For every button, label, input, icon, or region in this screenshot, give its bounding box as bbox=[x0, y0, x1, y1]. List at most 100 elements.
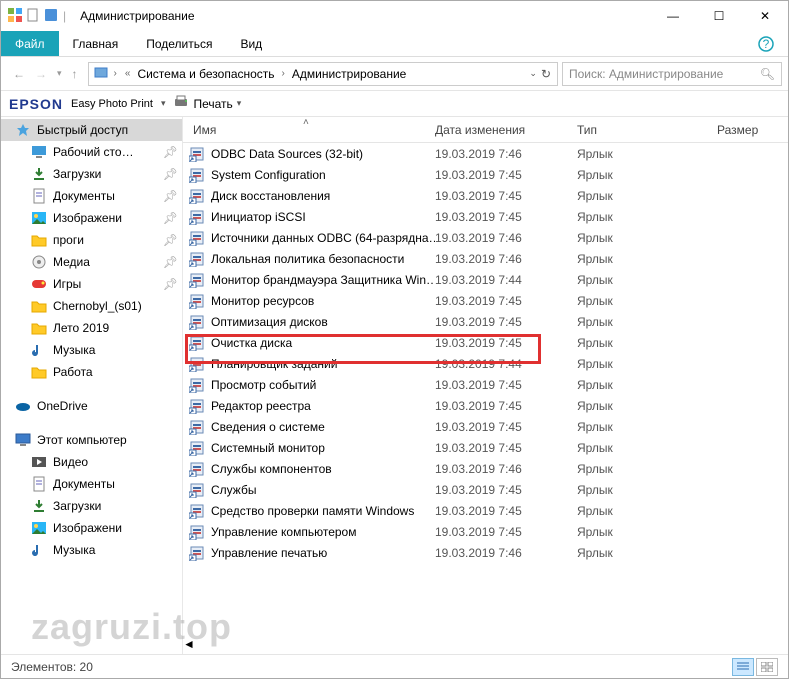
column-headers: ˄ Имя Дата изменения Тип Размер bbox=[183, 117, 788, 143]
file-type: Ярлык bbox=[577, 462, 717, 476]
file-row[interactable]: Службы19.03.2019 7:45Ярлык bbox=[183, 479, 788, 500]
scroll-left-icon[interactable]: ◄ bbox=[183, 637, 788, 651]
search-input[interactable]: Поиск: Администрирование 🔍︎ bbox=[562, 62, 782, 86]
breadcrumb[interactable]: › « Система и безопасность › Администрир… bbox=[88, 62, 558, 86]
file-type: Ярлык bbox=[577, 252, 717, 266]
sidebar-item[interactable]: проги📌︎ bbox=[1, 229, 182, 251]
status-bar: Элементов: 20 bbox=[1, 654, 788, 678]
file-name: Управление компьютером bbox=[211, 525, 356, 539]
cloud-icon bbox=[15, 398, 31, 414]
epson-dropdown-icon[interactable]: ▾ bbox=[161, 98, 166, 109]
file-row[interactable]: Планировщик заданий19.03.2019 7:44Ярлык bbox=[183, 353, 788, 374]
chevron-right-icon[interactable]: › bbox=[279, 68, 288, 79]
sidebar-item[interactable]: Лето 2019 bbox=[1, 317, 182, 339]
sidebar-quick-access[interactable]: Быстрый доступ bbox=[1, 119, 182, 141]
shortcut-icon bbox=[189, 188, 205, 204]
file-row[interactable]: Очистка диска19.03.2019 7:45Ярлык bbox=[183, 332, 788, 353]
print-label: Печать bbox=[193, 97, 232, 111]
chevron-right-icon[interactable]: « bbox=[122, 68, 134, 79]
sidebar-item[interactable]: Загрузки bbox=[1, 495, 182, 517]
sidebar-item[interactable]: Изображени📌︎ bbox=[1, 207, 182, 229]
column-type[interactable]: Тип bbox=[567, 117, 707, 142]
shortcut-icon bbox=[189, 272, 205, 288]
tab-file[interactable]: Файл bbox=[1, 31, 59, 56]
file-row[interactable]: Управление печатью19.03.2019 7:46Ярлык bbox=[183, 542, 788, 563]
close-button[interactable]: ✕ bbox=[742, 1, 788, 31]
file-row[interactable]: Сведения о системе19.03.2019 7:45Ярлык bbox=[183, 416, 788, 437]
breadcrumb-segment[interactable]: Администрирование bbox=[290, 67, 408, 81]
tab-home[interactable]: Главная bbox=[59, 31, 133, 56]
file-date: 19.03.2019 7:45 bbox=[435, 399, 577, 413]
chevron-right-icon[interactable]: › bbox=[111, 68, 120, 79]
refresh-icon[interactable]: ↻ bbox=[541, 67, 551, 81]
file-row[interactable]: Монитор брандмауэра Защитника Win…19.03.… bbox=[183, 269, 788, 290]
file-list[interactable]: ODBC Data Sources (32-bit)19.03.2019 7:4… bbox=[183, 143, 788, 637]
sidebar-this-pc[interactable]: Этот компьютер bbox=[1, 429, 182, 451]
file-row[interactable]: Оптимизация дисков19.03.2019 7:45Ярлык bbox=[183, 311, 788, 332]
file-row[interactable]: Монитор ресурсов19.03.2019 7:45Ярлык bbox=[183, 290, 788, 311]
file-row[interactable]: Просмотр событий19.03.2019 7:45Ярлык bbox=[183, 374, 788, 395]
recent-dropdown[interactable]: ▾ bbox=[57, 68, 62, 79]
file-type: Ярлык bbox=[577, 546, 717, 560]
column-date[interactable]: Дата изменения bbox=[425, 117, 567, 142]
up-button[interactable]: ↑ bbox=[72, 67, 78, 81]
sidebar-item[interactable]: Документы📌︎ bbox=[1, 185, 182, 207]
file-row[interactable]: Службы компонентов19.03.2019 7:46Ярлык bbox=[183, 458, 788, 479]
history-dropdown-icon[interactable]: ⌄ bbox=[529, 68, 537, 79]
file-name: Локальная политика безопасности bbox=[211, 252, 404, 266]
forward-button[interactable]: → bbox=[35, 67, 47, 81]
shortcut-icon bbox=[189, 503, 205, 519]
minimize-button[interactable]: — bbox=[650, 1, 696, 31]
sidebar-item[interactable]: Рабочий сто…📌︎ bbox=[1, 141, 182, 163]
qat-doc-icon[interactable] bbox=[25, 7, 41, 26]
sidebar-item[interactable]: Музыка bbox=[1, 339, 182, 361]
tab-view[interactable]: Вид bbox=[226, 31, 276, 56]
horizontal-scrollbar[interactable]: ◄ ► bbox=[183, 637, 788, 654]
qat-save-icon[interactable] bbox=[43, 7, 59, 26]
sidebar-item[interactable]: Изображени bbox=[1, 517, 182, 539]
search-icon[interactable]: 🔍︎ bbox=[760, 67, 775, 81]
print-dropdown-icon[interactable]: ▾ bbox=[237, 98, 242, 109]
file-row[interactable]: Диск восстановления19.03.2019 7:45Ярлык bbox=[183, 185, 788, 206]
view-icons-button[interactable] bbox=[756, 658, 778, 676]
sidebar-item[interactable]: Chernobyl_(s01) bbox=[1, 295, 182, 317]
file-row[interactable]: System Configuration19.03.2019 7:45Ярлык bbox=[183, 164, 788, 185]
sidebar-item[interactable]: Игры📌︎ bbox=[1, 273, 182, 295]
file-row[interactable]: Локальная политика безопасности19.03.201… bbox=[183, 248, 788, 269]
scroll-right-icon[interactable]: ► bbox=[183, 651, 788, 654]
shortcut-icon bbox=[189, 419, 205, 435]
navigation-pane[interactable]: Быстрый доступ Рабочий сто…📌︎Загрузки📌︎Д… bbox=[1, 117, 183, 654]
back-button[interactable]: ← bbox=[13, 67, 25, 81]
separator: | bbox=[63, 9, 66, 23]
view-details-button[interactable] bbox=[732, 658, 754, 676]
file-name: Сведения о системе bbox=[211, 420, 325, 434]
column-size[interactable]: Размер bbox=[707, 117, 788, 142]
file-row[interactable]: ODBC Data Sources (32-bit)19.03.2019 7:4… bbox=[183, 143, 788, 164]
sidebar-item[interactable]: Документы bbox=[1, 473, 182, 495]
help-button[interactable]: ? bbox=[744, 31, 788, 56]
tab-share[interactable]: Поделиться bbox=[132, 31, 226, 56]
file-row[interactable]: Инициатор iSCSI19.03.2019 7:45Ярлык bbox=[183, 206, 788, 227]
sidebar-item-label: Загрузки bbox=[53, 499, 101, 513]
breadcrumb-root-icon[interactable] bbox=[93, 64, 109, 83]
file-row[interactable]: Редактор реестра19.03.2019 7:45Ярлык bbox=[183, 395, 788, 416]
sidebar-item[interactable]: Работа bbox=[1, 361, 182, 383]
video-icon bbox=[31, 454, 47, 470]
sidebar-item[interactable]: Загрузки📌︎ bbox=[1, 163, 182, 185]
music-icon bbox=[31, 342, 47, 358]
file-row[interactable]: Управление компьютером19.03.2019 7:45Ярл… bbox=[183, 521, 788, 542]
sidebar-item-label: Музыка bbox=[53, 343, 95, 357]
sidebar-onedrive[interactable]: OneDrive bbox=[1, 395, 182, 417]
breadcrumb-segment[interactable]: Система и безопасность bbox=[135, 67, 276, 81]
maximize-button[interactable]: ☐ bbox=[696, 1, 742, 31]
file-row[interactable]: Системный монитор19.03.2019 7:45Ярлык bbox=[183, 437, 788, 458]
sidebar-item[interactable]: Медиа📌︎ bbox=[1, 251, 182, 273]
sidebar-item-label: Документы bbox=[53, 189, 115, 203]
print-button[interactable]: Печать ▾ bbox=[173, 94, 241, 113]
shortcut-icon bbox=[189, 545, 205, 561]
file-row[interactable]: Источники данных ODBC (64-разрядна…19.03… bbox=[183, 227, 788, 248]
file-row[interactable]: Средство проверки памяти Windows19.03.20… bbox=[183, 500, 788, 521]
sidebar-item[interactable]: Видео bbox=[1, 451, 182, 473]
sidebar-item[interactable]: Музыка bbox=[1, 539, 182, 561]
file-date: 19.03.2019 7:45 bbox=[435, 315, 577, 329]
